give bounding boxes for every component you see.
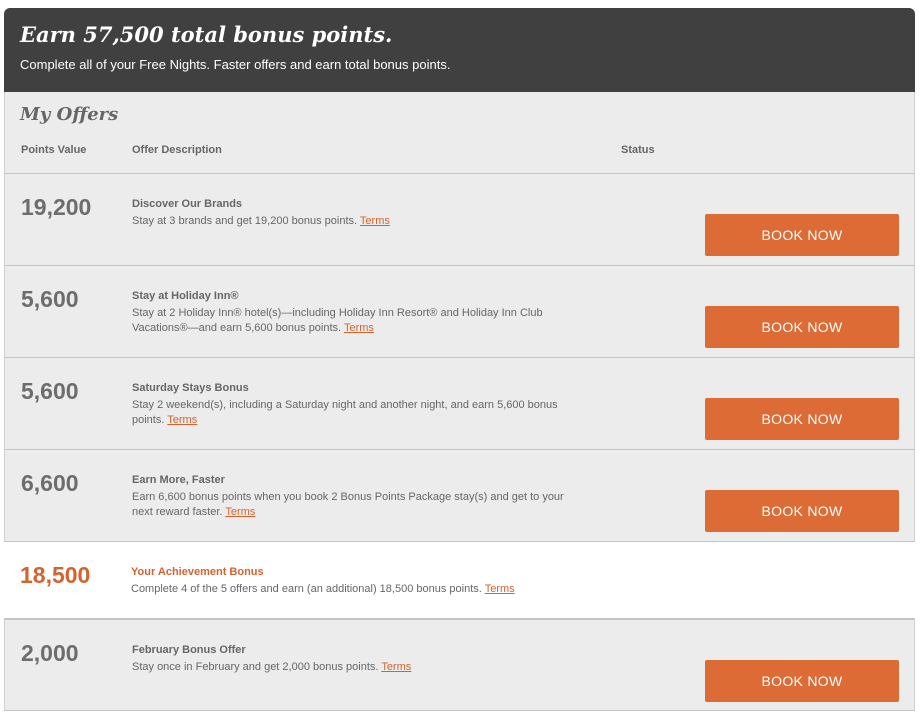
terms-link[interactable]: Terms <box>360 215 390 227</box>
offer-row: 6,600 Earn More, Faster Earn 6,600 bonus… <box>4 450 915 542</box>
terms-link[interactable]: Terms <box>381 661 411 673</box>
offer-row-february: 2,000 February Bonus Offer Stay once in … <box>4 619 915 711</box>
offer-title: Saturday Stays Bonus <box>132 382 249 394</box>
offer-title: Stay at Holiday Inn® <box>132 290 239 302</box>
terms-link[interactable]: Terms <box>485 583 515 595</box>
offer-description-text: Stay at 2 Holiday Inn® hotel(s)—includin… <box>132 307 543 334</box>
offer-title: February Bonus Offer <box>132 644 246 656</box>
offer-row: 5,600 Saturday Stays Bonus Stay 2 weeken… <box>4 358 915 450</box>
banner-subtitle: Complete all of your Free Nights. Faster… <box>20 57 451 72</box>
achievement-points: 18,500 <box>20 562 91 588</box>
achievement-description-text: Complete 4 of the 5 offers and earn (an … <box>131 583 482 595</box>
offer-title: Earn More, Faster <box>132 474 225 486</box>
offer-points: 2,000 <box>21 640 79 666</box>
book-now-button[interactable]: BOOK NOW <box>705 398 899 440</box>
offer-title: Discover Our Brands <box>132 198 243 210</box>
offers-title: My Offers <box>20 104 119 125</box>
book-now-button[interactable]: BOOK NOW <box>705 490 899 532</box>
achievement-description: Complete 4 of the 5 offers and earn (an … <box>131 582 571 597</box>
offer-description: Stay once in February and get 2,000 bonu… <box>132 660 572 675</box>
offer-description-text: Earn 6,600 bonus points when you book 2 … <box>132 491 564 518</box>
achievement-bonus-row: 18,500 Your Achievement Bonus Complete 4… <box>4 542 915 619</box>
column-header-description: Offer Description <box>132 144 222 156</box>
offer-description: Stay 2 weekend(s), including a Saturday … <box>132 398 572 428</box>
book-now-button[interactable]: BOOK NOW <box>705 660 899 702</box>
terms-link[interactable]: Terms <box>344 322 374 334</box>
offers-container: Earn 57,500 total bonus points. Complete… <box>4 8 915 711</box>
bonus-banner: Earn 57,500 total bonus points. Complete… <box>4 8 915 92</box>
achievement-title: Your Achievement Bonus <box>131 566 264 578</box>
offer-row: 19,200 Discover Our Brands Stay at 3 bra… <box>4 174 915 266</box>
book-now-button[interactable]: BOOK NOW <box>705 306 899 348</box>
offer-points: 19,200 <box>21 194 92 220</box>
offer-description-text: Stay at 3 brands and get 19,200 bonus po… <box>132 215 358 227</box>
column-header-status: Status <box>621 144 655 156</box>
banner-title: Earn 57,500 total bonus points. <box>20 22 393 47</box>
offer-description-text: Stay once in February and get 2,000 bonu… <box>132 661 379 673</box>
terms-link[interactable]: Terms <box>167 414 197 426</box>
offer-description: Stay at 3 brands and get 19,200 bonus po… <box>132 214 572 229</box>
offer-points: 5,600 <box>21 286 79 312</box>
column-header-points: Points Value <box>21 144 87 156</box>
book-now-button[interactable]: BOOK NOW <box>705 214 899 256</box>
offers-header: My Offers Points Value Offer Description… <box>4 92 915 174</box>
offer-points: 6,600 <box>21 470 79 496</box>
terms-link[interactable]: Terms <box>225 506 255 518</box>
offer-description: Stay at 2 Holiday Inn® hotel(s)—includin… <box>132 306 572 336</box>
offer-points: 5,600 <box>21 378 79 404</box>
offer-description: Earn 6,600 bonus points when you book 2 … <box>132 490 572 520</box>
offer-row: 5,600 Stay at Holiday Inn® Stay at 2 Hol… <box>4 266 915 358</box>
